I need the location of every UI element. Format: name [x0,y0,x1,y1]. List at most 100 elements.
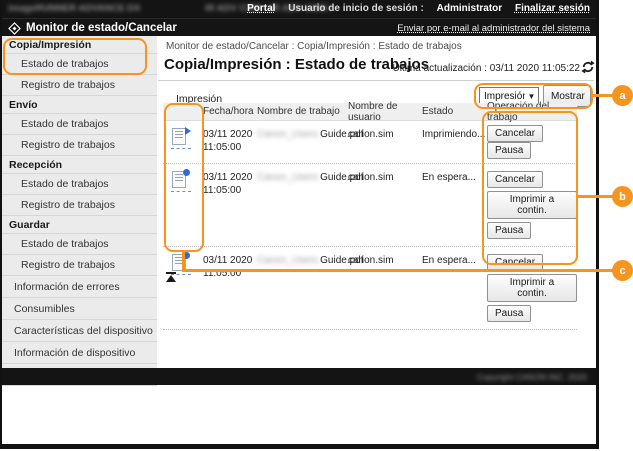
last-update-label: Última actualización : 03/11 2020 11:05:… [392,63,580,74]
job-time: 11:05:00 [203,268,242,279]
sidebar-item-receive-job-log[interactable]: Registro de trabajos [2,195,157,216]
job-date: 03/11 2020 [203,172,253,183]
col-user-name: Nombre de usuario [348,100,398,123]
status-monitor-icon [8,22,21,35]
sidebar-label: Estado de trabajos [21,118,109,130]
job-operations: Cancelar Imprimir a contin. Pausa [484,247,577,329]
remote-ui-screenshot: imageRUNNER ADVANCE DX iR ADV C356 / iR … [0,0,633,451]
job-status: En espera... [422,172,476,183]
sidebar-label: Copia/Impresión [9,38,92,51]
job-user: canon.sim [348,172,394,183]
cancel-job-button[interactable]: Cancelar [487,171,544,188]
device-series-redacted: imageRUNNER ADVANCE DX [8,3,141,14]
page-frame-left [0,0,2,449]
page-frame-right [596,0,599,449]
sidebar-label: Registro de trabajos [21,139,115,151]
job-name-redacted: Canon_Users [257,129,319,140]
job-operations: CancelarPausa [484,121,577,163]
header-links: Portal Usuario de inicio de sesión : Adm… [237,3,590,14]
copyright-redacted: Copyright CANON INC. 2020 [476,372,587,382]
job-name-redacted: Canon_Users [257,255,319,266]
job-time: 11:05:00 [203,185,242,196]
job-name-cell: Canon_Users Guide.pdf [257,247,364,267]
login-user-label: Usuario de inicio de sesión : [288,3,424,14]
sidebar-item-store-job-log[interactable]: Registro de trabajos [2,255,157,276]
job-date: 03/11 2020 [203,129,253,140]
callout-b-badge: b [612,186,633,207]
sidebar-label: Características del dispositivo [14,324,153,337]
callout-c-badge: c [612,260,633,281]
sidebar-item-copy-print-job-log[interactable]: Registro de trabajos [2,75,157,96]
resume-print-button[interactable]: Imprimir a contin. [487,274,577,302]
sidebar-item-device-features[interactable]: Características del dispositivo [2,320,157,342]
job-datetime: 03/11 2020 11:05:00 [203,121,257,154]
breadcrumb: Monitor de estado/Cancelar : Copia/Impre… [166,41,462,52]
job-name-redacted: Canon_Users [257,172,319,183]
printing-document-icon [171,127,191,149]
sidebar-header-copy-print: Copia/Impresión [2,36,157,54]
job-icon-cell [163,121,203,152]
header-row-device: imageRUNNER ADVANCE DX iR ADV C356 / iR … [0,0,597,18]
table-header-row: Fecha/hora Nombre de trabajo Nombre de u… [163,100,577,123]
sidebar-label: Registro de trabajos [21,79,115,91]
sidebar-header-receive: Recepción [2,156,157,174]
sidebar-header-send: Envío [2,96,157,114]
callout-a-badge: a [612,85,633,106]
pause-job-button[interactable]: Pausa [487,222,532,239]
job-user: canon.sim [348,129,394,140]
footer-bar: Copyright CANON INC. 2020 [0,368,597,385]
sidebar-label: Información de dispositivo [14,346,136,359]
sidebar-header-store: Guardar [2,216,157,234]
sidebar-label: Guardar [9,218,50,231]
cancel-job-button[interactable]: Cancelar [487,254,544,271]
job-datetime: 03/11 2020 11:05:00 [203,247,257,280]
print-job-table: Fecha/hora Nombre de trabajo Nombre de u… [163,100,577,330]
sidebar-label: Estado de trabajos [21,238,109,250]
job-status: En espera... [422,255,476,266]
sidebar-item-store-job-status[interactable]: Estado de trabajos [2,234,157,255]
pause-job-button[interactable]: Pausa [487,305,532,322]
job-operations: Cancelar Imprimir a contin. Pausa [484,164,577,246]
resume-print-button[interactable]: Imprimir a contin. [487,191,577,219]
waiting-document-icon [171,169,191,192]
sidebar-item-device-information[interactable]: Información de dispositivo [2,342,157,364]
sidebar-item-error-information[interactable]: Información de errores [2,276,157,298]
portal-link[interactable]: Portal [247,3,275,14]
mail-admin-link[interactable]: Enviar por e-mail al administrador del s… [397,23,590,34]
col-status: Estado [422,106,454,117]
job-name-cell: Canon_Users Guide.pdf [257,164,364,184]
table-row: 03/11 2020 11:05:00 Canon_Users Guide.pdf… [163,121,577,164]
top-header: imageRUNNER ADVANCE DX iR ADV C356 / iR … [0,0,597,36]
pause-job-button[interactable]: Pausa [487,142,532,159]
sidebar-label: Recepción [9,158,63,171]
app-title: Monitor de estado/Cancelar [26,22,177,34]
sidebar-item-consumables[interactable]: Consumibles [2,298,157,320]
refresh-icon[interactable] [581,60,595,74]
sidebar-label: Registro de trabajos [21,199,115,211]
job-status: Imprimiendo... [422,129,486,140]
job-date: 03/11 2020 [203,255,253,266]
job-datetime: 03/11 2020 11:05:00 [203,164,257,197]
login-user-name: Administrator [436,3,503,14]
logout-link[interactable]: Finalizar sesión [515,3,590,14]
header-row-app: Monitor de estado/Cancelar Enviar por e-… [0,18,597,36]
table-row: 03/11 2020 11:05:00 Canon_Users Guide.pdf… [163,164,577,247]
job-name-cell: Canon_Users Guide.pdf [257,121,364,141]
sidebar-label: Estado de trabajos [21,178,109,190]
cancel-job-button[interactable]: Cancelar [487,125,544,142]
sidebar-item-send-job-status[interactable]: Estado de trabajos [2,114,157,135]
col-job-operation: Operación del trabajo [487,100,550,123]
title-divider [158,80,594,81]
sidebar-item-copy-print-job-status[interactable]: Estado de trabajos [2,54,157,75]
sidebar-item-send-job-log[interactable]: Registro de trabajos [2,135,157,156]
job-time: 11:05:00 [203,142,242,153]
col-date: Fecha/hora [203,106,254,117]
sidebar-label: Registro de trabajos [21,259,115,271]
page-frame-bottom [0,444,599,449]
sidebar-label: Estado de trabajos [21,58,109,70]
job-icon-cell [163,164,203,195]
back-to-top-icon[interactable] [165,272,177,282]
sidebar-label: Envío [9,98,38,111]
sidebar-label: Información de errores [14,280,120,293]
sidebar-item-receive-job-status[interactable]: Estado de trabajos [2,174,157,195]
